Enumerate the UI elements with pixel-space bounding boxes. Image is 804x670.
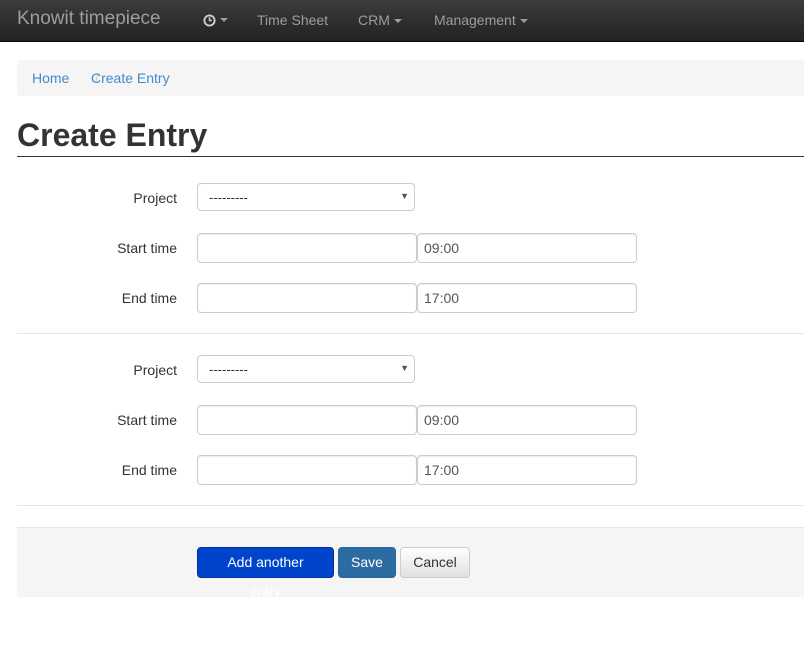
chevron-down-icon bbox=[519, 19, 528, 24]
chevron-down-icon bbox=[393, 19, 402, 24]
breadcrumb-current[interactable]: Create Entry bbox=[91, 70, 170, 86]
project-label: Project bbox=[133, 190, 177, 206]
nav-time-sheet[interactable]: Time Sheet bbox=[257, 12, 328, 28]
title-divider bbox=[17, 156, 804, 157]
top-navbar: Knowit timepiece Time Sheet CRM Manageme… bbox=[0, 0, 804, 42]
nav-crm[interactable]: CRM bbox=[358, 12, 402, 28]
project-select-value: --------- bbox=[209, 190, 248, 205]
end-date-input[interactable] bbox=[197, 455, 417, 485]
brand-link[interactable]: Knowit timepiece bbox=[17, 8, 161, 30]
end-time-input[interactable]: 17:00 bbox=[417, 455, 637, 485]
save-button[interactable]: Save bbox=[338, 547, 396, 578]
start-time-input[interactable]: 09:00 bbox=[417, 405, 637, 435]
chevron-down-icon bbox=[220, 18, 228, 23]
project-select-value: --------- bbox=[209, 362, 248, 377]
start-time-label: Start time bbox=[117, 240, 177, 256]
clock-icon bbox=[203, 14, 216, 27]
end-time-label: End time bbox=[121, 462, 177, 478]
start-time-input[interactable]: 09:00 bbox=[417, 233, 637, 263]
breadcrumb: Home / Create Entry bbox=[17, 60, 804, 96]
form-actions: Add another entry Save Cancel bbox=[17, 527, 804, 599]
page-title: Create Entry bbox=[17, 117, 208, 153]
dropdown-arrow-icon: ▼ bbox=[400, 191, 409, 201]
project-label: Project bbox=[133, 362, 177, 378]
clock-menu[interactable] bbox=[203, 11, 228, 27]
start-date-input[interactable] bbox=[197, 233, 417, 263]
entry-divider bbox=[17, 333, 804, 334]
nav-crm-label: CRM bbox=[358, 12, 390, 28]
project-select[interactable]: --------- ▼ bbox=[197, 355, 415, 383]
project-select[interactable]: --------- ▼ bbox=[197, 183, 415, 211]
add-entry-button[interactable]: Add another entry bbox=[197, 547, 334, 599]
start-time-label: Start time bbox=[117, 412, 177, 428]
end-date-input[interactable] bbox=[197, 283, 417, 313]
nav-management[interactable]: Management bbox=[434, 12, 528, 28]
end-time-label: End time bbox=[121, 290, 177, 306]
entry-divider bbox=[17, 505, 804, 506]
start-date-input[interactable] bbox=[197, 405, 417, 435]
end-time-input[interactable]: 17:00 bbox=[417, 283, 637, 313]
cancel-button[interactable]: Cancel bbox=[400, 547, 470, 578]
breadcrumb-home[interactable]: Home bbox=[32, 70, 69, 86]
nav-management-label: Management bbox=[434, 12, 516, 28]
dropdown-arrow-icon: ▼ bbox=[400, 363, 409, 373]
